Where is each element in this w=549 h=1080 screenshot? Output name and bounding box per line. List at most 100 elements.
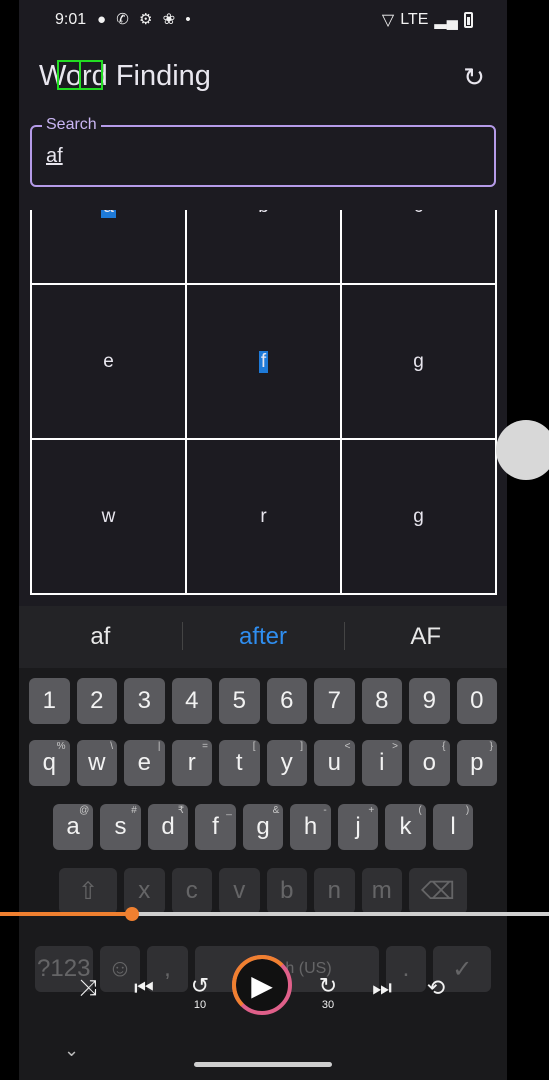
grid-cell-letter: a	[101, 210, 116, 218]
grid-cell[interactable]: f	[187, 285, 342, 440]
key[interactable]: 8	[361, 678, 402, 724]
key-hint: &	[272, 805, 280, 816]
key[interactable]: h-	[290, 804, 331, 850]
overlay-box	[57, 60, 103, 90]
gesture-bar[interactable]	[194, 1062, 332, 1067]
status-time: 9:01	[55, 11, 87, 28]
key-hint: (	[418, 805, 422, 816]
key-label: d	[161, 813, 175, 840]
key[interactable]: n	[314, 868, 355, 914]
key[interactable]: v	[219, 868, 260, 914]
search-field[interactable]: Search af	[30, 116, 496, 187]
key-label: j	[355, 813, 361, 840]
row-a: a @ s # d ₹ f _ g & h - j + k(l)	[19, 804, 507, 850]
grid-cell[interactable]: e	[32, 285, 187, 440]
video-scrubber[interactable]	[0, 907, 549, 921]
next-icon[interactable]: ⏭	[364, 975, 400, 1001]
key[interactable]: g &	[242, 804, 284, 850]
grid-cell[interactable]: r	[187, 440, 342, 595]
key[interactable]: i >	[361, 740, 402, 786]
chevron-down-icon[interactable]: ⌄	[64, 1040, 79, 1061]
suggestion-item[interactable]: after	[181, 606, 345, 668]
key[interactable]: 3	[124, 678, 165, 724]
floating-handle[interactable]	[496, 420, 549, 480]
backspace-key[interactable]: ⌫	[409, 868, 467, 914]
grid-cell[interactable]: c	[342, 210, 497, 285]
key[interactable]: e |	[124, 740, 165, 786]
forward-icon[interactable]: ↻ 30	[310, 973, 346, 1011]
repeat-icon[interactable]: ⟲	[418, 975, 454, 1001]
key[interactable]: q%	[29, 740, 70, 786]
battery-icon	[464, 12, 473, 28]
key[interactable]: r =	[171, 740, 212, 786]
key[interactable]: j +	[337, 804, 379, 850]
previous-icon[interactable]: ⏮	[126, 975, 162, 1001]
key[interactable]: s #	[100, 804, 141, 850]
search-input[interactable]: af	[46, 145, 63, 168]
grid-cell[interactable]: w	[32, 440, 187, 595]
key[interactable]: 4	[171, 678, 212, 724]
app-screen: 9:01 ● ✆ ⚙ ❀ • ▽ LTE ▂▄ Word Finding ↻ S…	[19, 0, 507, 1080]
notification-icons: ● ✆ ⚙ ❀ •	[97, 11, 194, 28]
suggestion-item[interactable]: af	[19, 606, 182, 668]
play-button[interactable]: ▶	[232, 955, 292, 1015]
key[interactable]: u <	[314, 740, 355, 786]
key[interactable]: k(	[385, 804, 426, 850]
grid-cell-letter: b	[258, 210, 269, 218]
shift-key[interactable]: ⇧	[59, 868, 117, 914]
key-label: a	[66, 813, 80, 840]
key[interactable]: b	[266, 868, 307, 914]
key[interactable]: 9	[409, 678, 450, 724]
key[interactable]: 1	[29, 678, 70, 724]
key-label: l	[450, 813, 456, 840]
network-label: LTE	[400, 11, 429, 28]
key-label: t	[235, 749, 243, 776]
key[interactable]: 6	[266, 678, 307, 724]
key-hint: <	[344, 741, 351, 752]
grid-cell[interactable]: a	[32, 210, 187, 285]
key[interactable]: f _	[195, 804, 236, 850]
key-label: k	[399, 813, 412, 840]
rewind-icon[interactable]: ↺ 10	[182, 973, 218, 1011]
grid-cell[interactable]: g	[342, 440, 497, 595]
key-hint: ]	[300, 741, 303, 752]
status-right: ▽ LTE ▂▄	[382, 10, 473, 30]
key-label: o	[422, 749, 436, 776]
key[interactable]: l)	[432, 804, 474, 850]
shuffle-icon[interactable]: ⤨	[70, 975, 106, 1001]
key[interactable]: 2	[76, 678, 117, 724]
suggestion-item[interactable]: AF	[344, 606, 507, 668]
key-label: q	[42, 749, 56, 776]
key[interactable]: y]	[266, 740, 307, 786]
key-label: g	[256, 813, 270, 840]
key[interactable]: 0	[456, 678, 497, 724]
grid-cell-letter: g	[413, 350, 424, 372]
grid-cell-letter: c	[414, 210, 424, 218]
key[interactable]: d ₹	[147, 804, 189, 850]
refresh-icon[interactable]: ↻	[459, 62, 489, 92]
key[interactable]: p}	[456, 740, 497, 786]
key-hint: |	[157, 741, 161, 752]
rewind-seconds: 10	[193, 999, 207, 1011]
key[interactable]: 7	[314, 678, 355, 724]
key[interactable]: t[	[219, 740, 260, 786]
app-bar: Word Finding ↻	[19, 48, 507, 108]
key[interactable]: a @	[52, 804, 94, 850]
key-label: w	[88, 749, 106, 776]
key[interactable]: c	[171, 868, 212, 914]
key[interactable]: m	[361, 868, 402, 914]
key-label: y	[280, 749, 293, 776]
grid-cell[interactable]: g	[342, 285, 497, 440]
key-hint: ₹	[177, 805, 185, 816]
grid-cell[interactable]: b	[187, 210, 342, 285]
row-q: q% w \ e | r = t[y] u < i > o{p}	[19, 740, 507, 786]
key-label: i	[379, 749, 385, 776]
key[interactable]: o{	[409, 740, 450, 786]
key-hint: >	[392, 741, 398, 752]
key[interactable]: w \	[76, 740, 117, 786]
scrubber-thumb[interactable]	[124, 907, 139, 921]
grid-cell-letter: f	[258, 350, 269, 373]
key-hint: %	[56, 741, 66, 752]
key-label: e	[137, 749, 151, 776]
key[interactable]: 5	[219, 678, 260, 724]
